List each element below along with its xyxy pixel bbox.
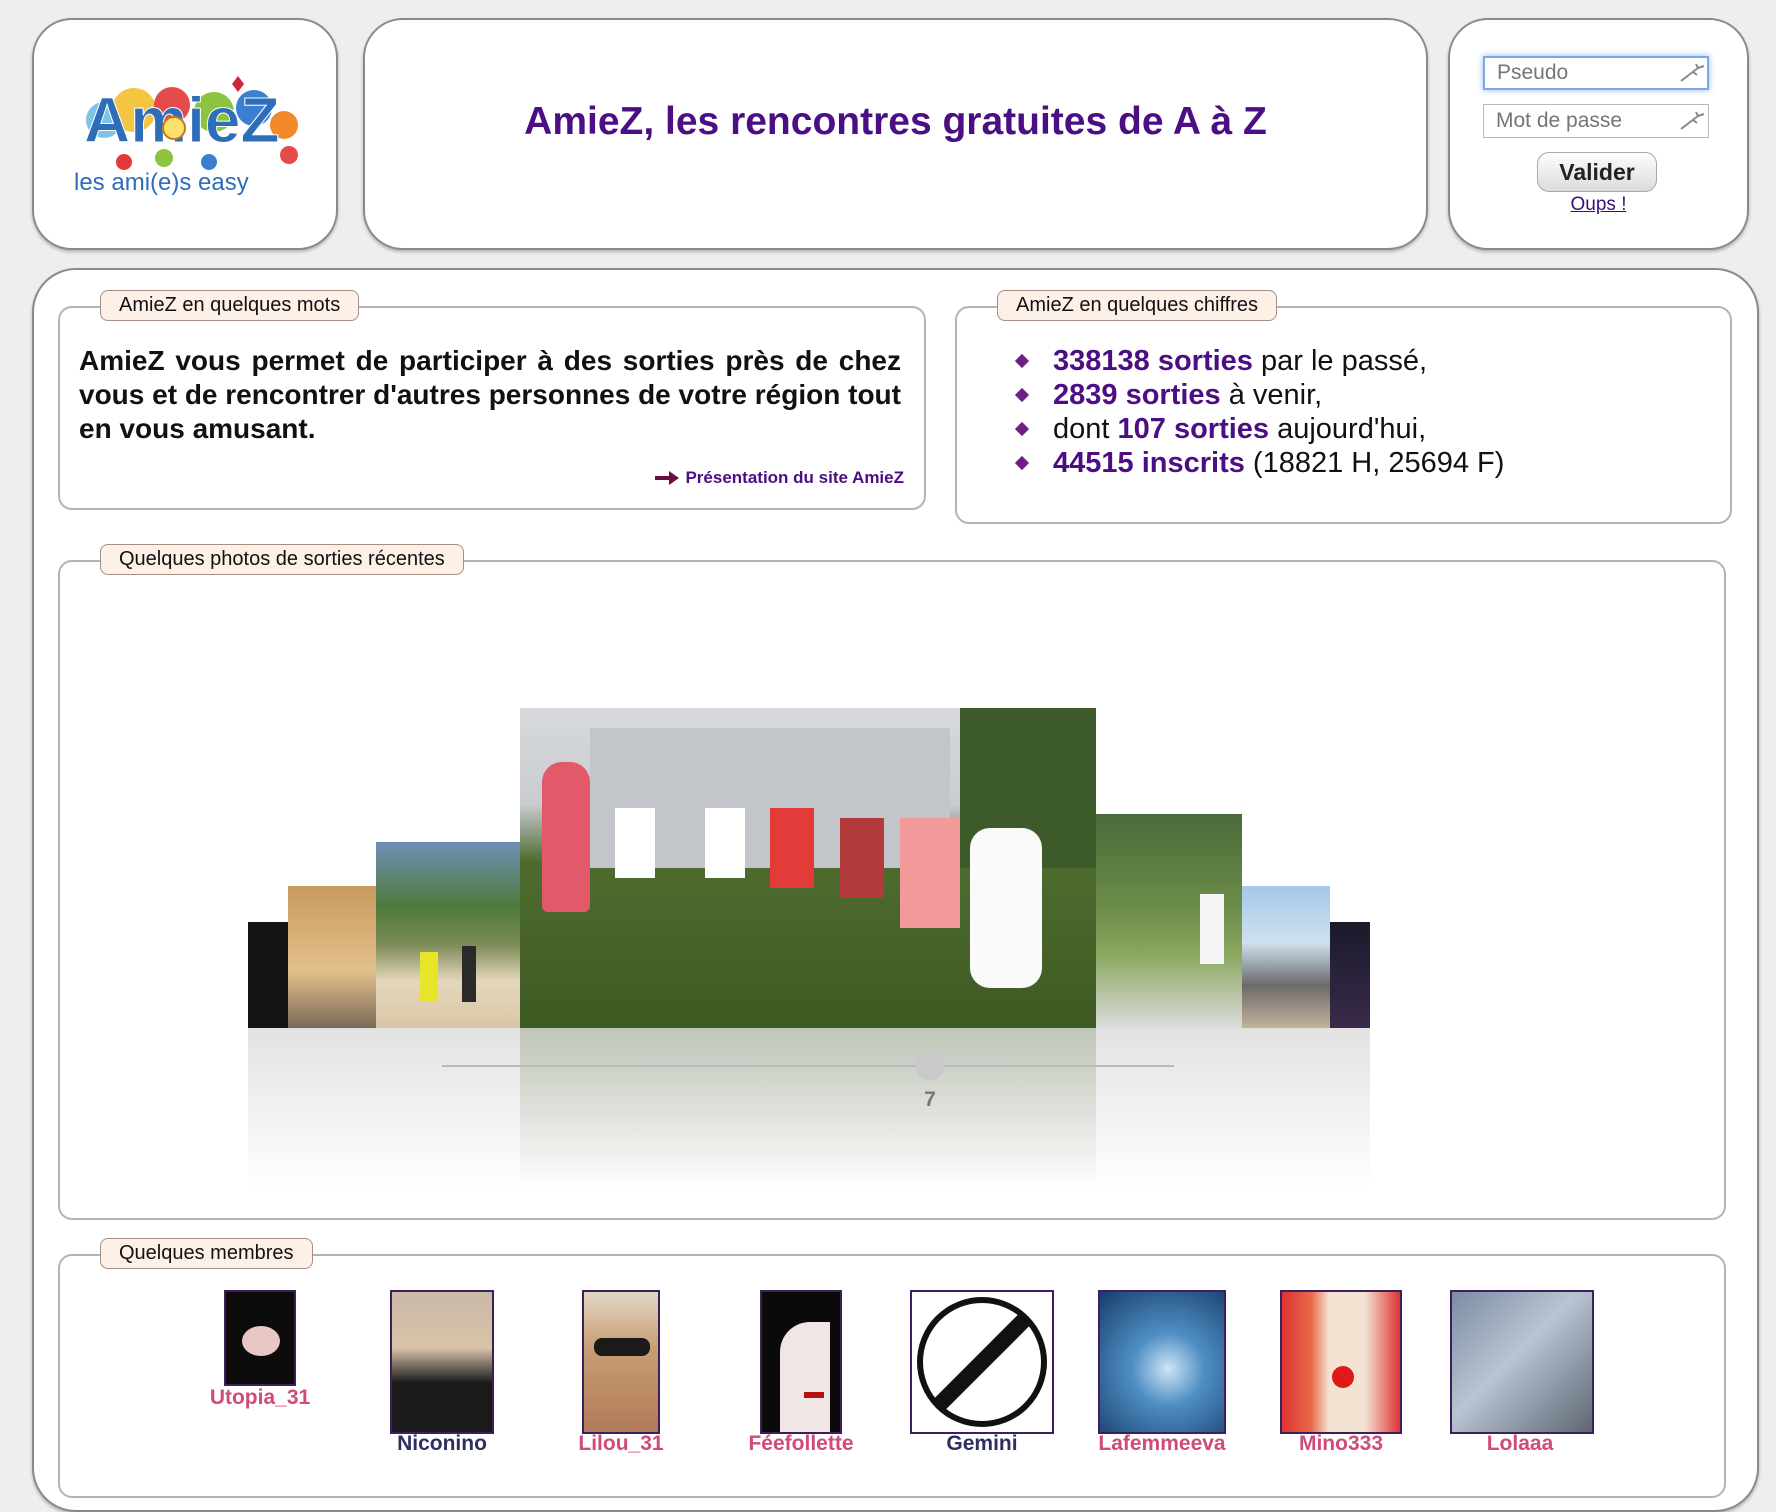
carousel-slider-track[interactable]: [442, 1065, 1174, 1067]
member-avatar[interactable]: [1280, 1290, 1402, 1434]
carousel-photo[interactable]: [1242, 886, 1330, 1028]
member-name[interactable]: Lafemmeeva: [1098, 1432, 1225, 1456]
no-photo-icon: [917, 1297, 1047, 1427]
member-avatar[interactable]: [1450, 1290, 1594, 1434]
member-name[interactable]: Lolaaa: [1487, 1432, 1554, 1456]
carousel-reflection: [520, 1028, 1096, 1188]
carousel-photo[interactable]: [248, 922, 288, 1028]
logo-tagline: les ami(e)s easy: [74, 169, 249, 196]
diamond-bullet-icon: [1014, 455, 1030, 471]
about-text: AmieZ vous permet de participer à des so…: [79, 345, 901, 444]
password-input[interactable]: [1483, 104, 1709, 138]
carousel-photo[interactable]: [1330, 922, 1370, 1028]
member-name[interactable]: Utopia_31: [210, 1386, 310, 1410]
member-name[interactable]: Mino333: [1299, 1432, 1383, 1456]
diamond-bullet-icon: [1014, 387, 1030, 403]
forgot-password-link[interactable]: Oups !: [1450, 194, 1747, 216]
diamond-bullet-icon: [1014, 421, 1030, 437]
member-avatar[interactable]: [1098, 1290, 1226, 1434]
photos-legend: Quelques photos de sorties récentes: [100, 544, 464, 575]
submit-button[interactable]: Valider: [1537, 152, 1657, 192]
presentation-link[interactable]: Présentation du site AmieZ: [655, 468, 904, 488]
presentation-link-label: Présentation du site AmieZ: [685, 468, 904, 487]
figure-item: 2839 sorties à venir,: [1014, 378, 1504, 412]
figures-list: 338138 sorties par le passé, 2839 sortie…: [1014, 344, 1504, 480]
member-name[interactable]: Gemini: [946, 1432, 1017, 1456]
diamond-bullet-icon: [1014, 353, 1030, 369]
figure-highlight[interactable]: 44515 inscrits: [1053, 446, 1245, 480]
figure-highlight[interactable]: 338138 sorties: [1053, 344, 1253, 378]
figures-legend: AmieZ en quelques chiffres: [997, 290, 1277, 321]
figure-item: 338138 sorties par le passé,: [1014, 344, 1504, 378]
figure-highlight[interactable]: 107 sorties: [1118, 412, 1270, 446]
carousel-photo[interactable]: [376, 842, 520, 1028]
about-panel: AmieZ en quelques mots AmieZ vous permet…: [58, 290, 926, 510]
carousel-slider-knob[interactable]: [915, 1050, 945, 1080]
member-avatar[interactable]: [582, 1290, 660, 1434]
member-name[interactable]: Niconino: [397, 1432, 487, 1456]
figure-item: dont 107 sorties aujourd'hui,: [1014, 412, 1504, 446]
logo-box: AmieZ les ami(e)s easy: [32, 18, 338, 250]
carousel-photo[interactable]: [1096, 814, 1242, 1028]
title-box: AmieZ, les rencontres gratuites de A à Z: [363, 18, 1428, 250]
carousel-photo-main[interactable]: [520, 708, 1096, 1028]
figures-panel: AmieZ en quelques chiffres 338138 sortie…: [955, 290, 1732, 524]
pseudo-input[interactable]: [1483, 56, 1709, 90]
member-name[interactable]: Lilou_31: [578, 1432, 663, 1456]
carousel-photo[interactable]: [288, 886, 376, 1028]
members-legend: Quelques membres: [100, 1238, 313, 1269]
carousel-index: 7: [924, 1088, 936, 1111]
arrow-right-icon: [655, 471, 680, 485]
figure-highlight[interactable]: 2839 sorties: [1053, 378, 1221, 412]
login-box: Valider Oups !: [1448, 18, 1749, 250]
figure-item: 44515 inscrits (18821 H, 25694 F): [1014, 446, 1504, 480]
page-title: AmieZ, les rencontres gratuites de A à Z: [524, 100, 1267, 143]
member-avatar[interactable]: [760, 1290, 842, 1434]
about-legend: AmieZ en quelques mots: [100, 290, 360, 321]
amiez-logo[interactable]: AmieZ les ami(e)s easy: [64, 50, 306, 200]
member-avatar[interactable]: [910, 1290, 1054, 1434]
member-avatar[interactable]: [390, 1290, 494, 1434]
member-name[interactable]: Féefollette: [748, 1432, 853, 1456]
member-avatar[interactable]: [224, 1290, 296, 1386]
